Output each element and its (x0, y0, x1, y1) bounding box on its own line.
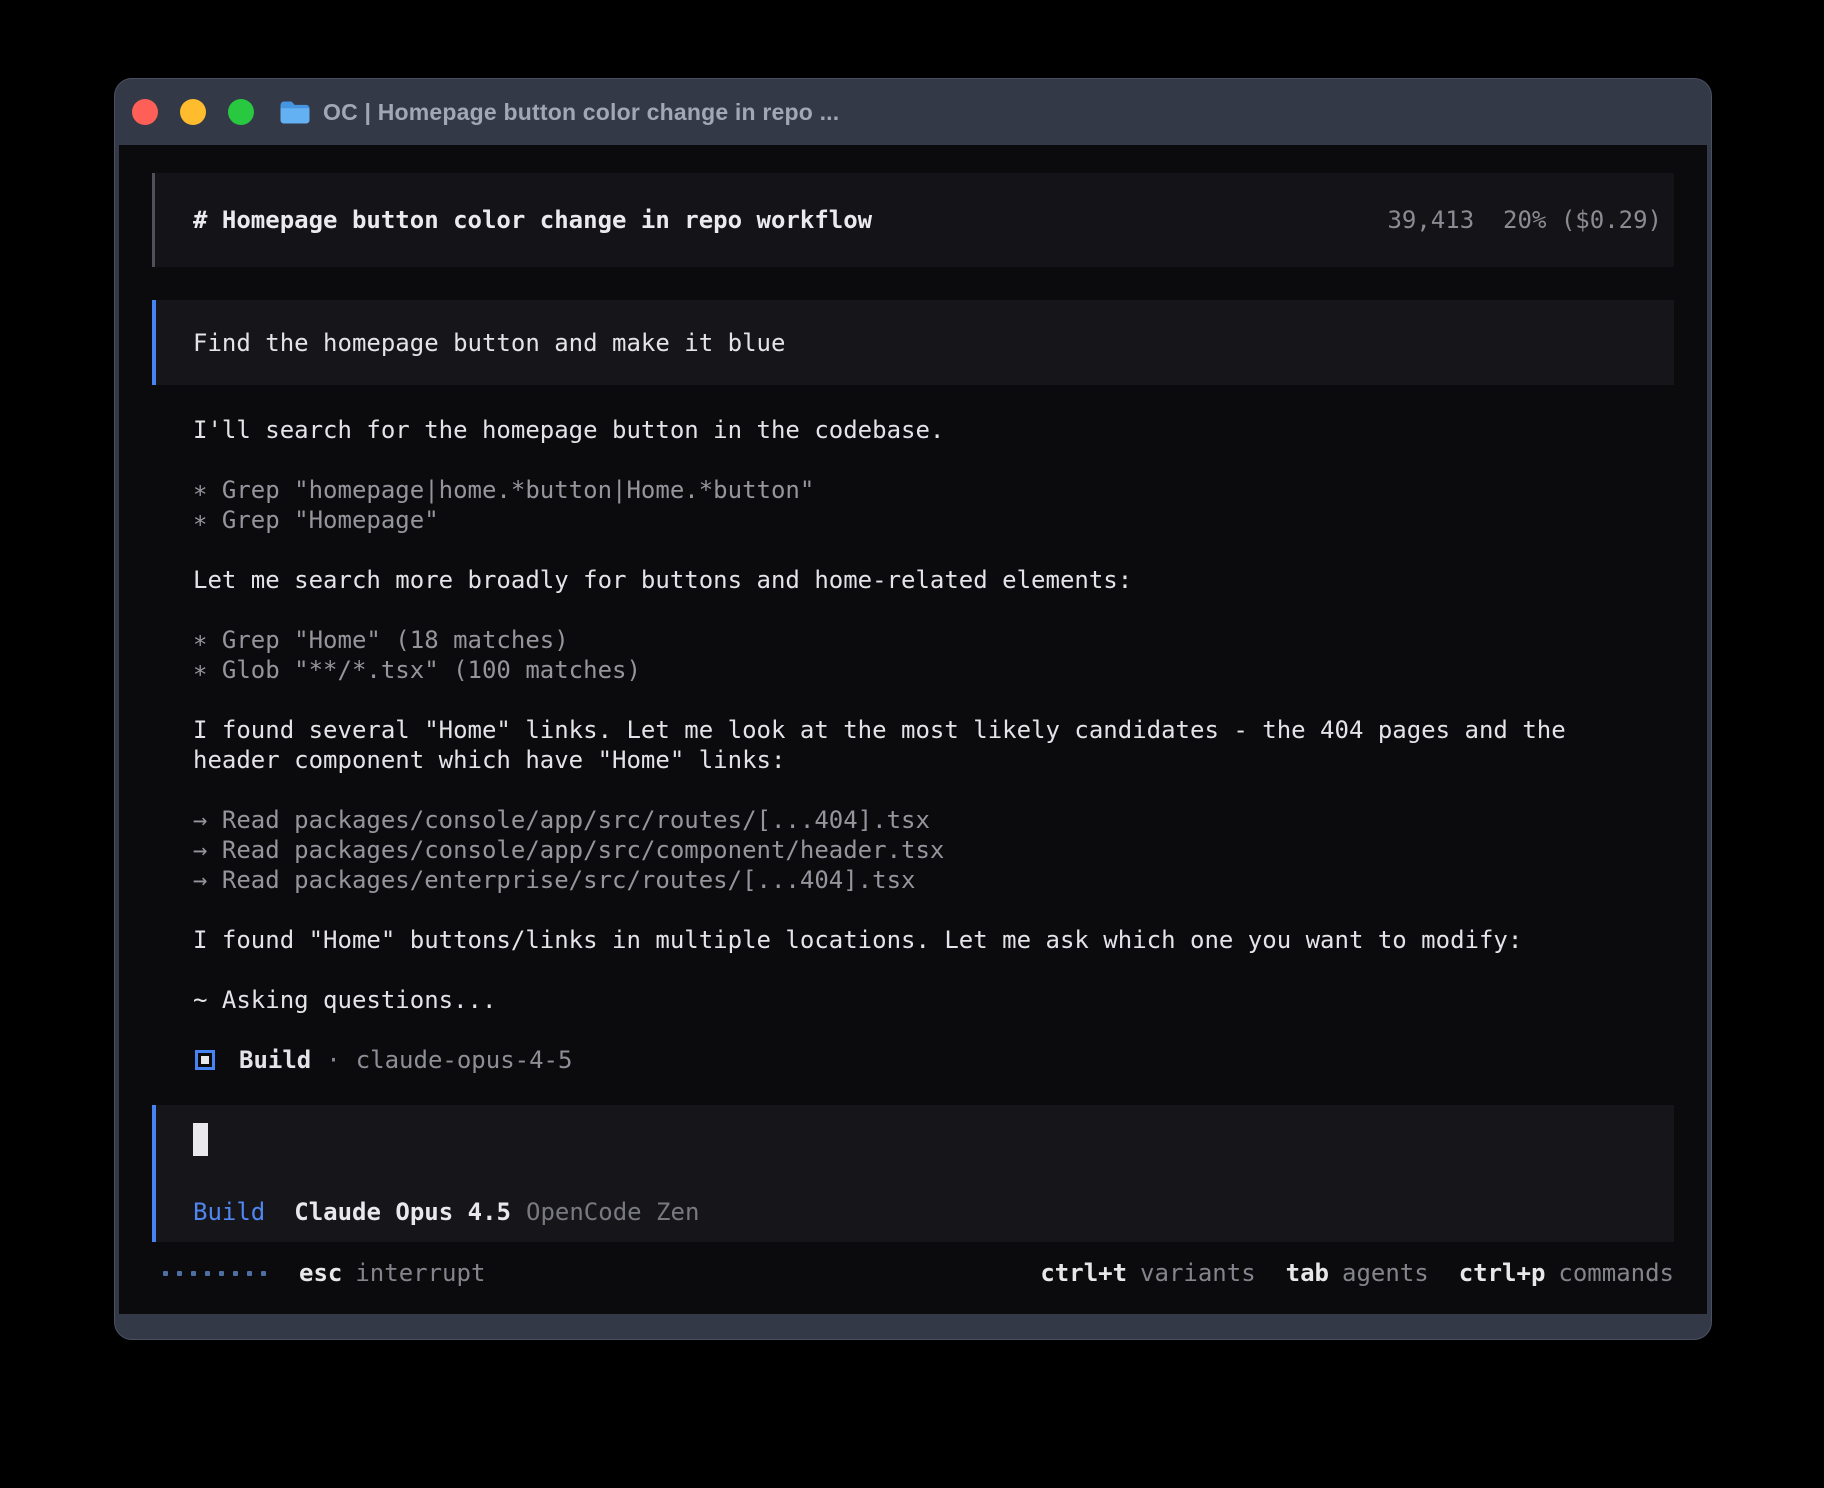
shortcut-commands-label: commands (1558, 1259, 1674, 1287)
transcript-block: I found "Home" buttons/links in multiple… (193, 925, 1674, 955)
esc-label: interrupt (355, 1259, 485, 1287)
session-token-stats: 39,413 20% ($0.29) (1387, 206, 1662, 234)
agent-model: claude-opus-4-5 (356, 1046, 573, 1074)
agent-build-icon (195, 1050, 215, 1070)
transcript-block: → Read packages/console/app/src/routes/[… (193, 805, 1674, 895)
spinner-dot (233, 1271, 238, 1276)
terminal-window: OC | Homepage button color change in rep… (114, 78, 1712, 1340)
title-bar[interactable]: OC | Homepage button color change in rep… (115, 79, 1711, 145)
transcript: I'll search for the homepage button in t… (193, 415, 1674, 1015)
spinner-dot (219, 1271, 224, 1276)
shortcut-agents-key: tab (1286, 1259, 1329, 1287)
terminal-content: # Homepage button color change in repo w… (119, 145, 1707, 1314)
tool-call-line: ∗ Glob "**/*.tsx" (100 matches) (193, 655, 1643, 685)
spinner-dots (163, 1271, 266, 1276)
window-controls (132, 99, 254, 125)
transcript-block: ~ Asking questions... (193, 985, 1674, 1015)
esc-key: esc (299, 1259, 342, 1287)
user-message: Find the homepage button and make it blu… (152, 300, 1674, 385)
shortcut-variants: ctrl+t variants (1040, 1259, 1255, 1287)
spinner-dot (191, 1271, 196, 1276)
prompt-input[interactable]: Build Claude Opus 4.5 OpenCode Zen (152, 1105, 1674, 1242)
tool-call-line: → Read packages/console/app/src/componen… (193, 835, 1643, 865)
agent-build-icon-core (201, 1056, 209, 1064)
shortcut-agents: tab agents (1286, 1259, 1429, 1287)
transcript-block: ∗ Grep "homepage|home.*button|Home.*butt… (193, 475, 1674, 535)
input-mode: Build (193, 1198, 265, 1226)
agent-name: Build (239, 1046, 311, 1074)
assistant-text-line: I'll search for the homepage button in t… (193, 415, 1643, 445)
transcript-block: Let me search more broadly for buttons a… (193, 565, 1674, 595)
transcript-block: I'll search for the homepage button in t… (193, 415, 1674, 445)
minimize-button[interactable] (180, 99, 206, 125)
assistant-text-line: Let me search more broadly for buttons a… (193, 565, 1643, 595)
close-button[interactable] (132, 99, 158, 125)
spinner-dot (205, 1271, 210, 1276)
spinner-dot (247, 1271, 252, 1276)
folder-icon (279, 99, 310, 125)
transcript-block: ∗ Grep "Home" (18 matches)∗ Glob "**/*.t… (193, 625, 1674, 685)
user-message-text: Find the homepage button and make it blu… (193, 329, 785, 357)
text-cursor (193, 1123, 208, 1156)
tool-call-line: ∗ Grep "Home" (18 matches) (193, 625, 1643, 655)
shortcut-variants-key: ctrl+t (1040, 1259, 1127, 1287)
esc-hint: esc interrupt (299, 1259, 485, 1287)
transcript-block: I found several "Home" links. Let me loo… (193, 715, 1674, 775)
input-model: Claude Opus 4.5 (294, 1198, 511, 1226)
assistant-text-line: ~ Asking questions... (193, 985, 1643, 1015)
window-title: OC | Homepage button color change in rep… (323, 99, 839, 126)
zoom-button[interactable] (228, 99, 254, 125)
status-bar-left: esc interrupt (163, 1259, 485, 1287)
assistant-text-line: I found "Home" buttons/links in multiple… (193, 925, 1643, 955)
agent-status-row: Build · claude-opus-4-5 (193, 1045, 1674, 1075)
session-title: # Homepage button color change in repo w… (193, 206, 872, 234)
session-header: # Homepage button color change in repo w… (152, 173, 1674, 267)
assistant-text-line: I found several "Home" links. Let me loo… (193, 715, 1643, 775)
tool-call-line: → Read packages/console/app/src/routes/[… (193, 805, 1643, 835)
shortcut-commands-key: ctrl+p (1459, 1259, 1546, 1287)
spinner-dot (177, 1271, 182, 1276)
shortcut-variants-label: variants (1140, 1259, 1256, 1287)
spinner-dot (261, 1271, 266, 1276)
tool-call-line: ∗ Grep "Homepage" (193, 505, 1643, 535)
tool-call-line: → Read packages/enterprise/src/routes/[.… (193, 865, 1643, 895)
shortcut-commands: ctrl+p commands (1459, 1259, 1674, 1287)
input-provider: OpenCode Zen (526, 1198, 699, 1226)
input-model-row: Build Claude Opus 4.5 OpenCode Zen (193, 1198, 1636, 1226)
status-bar-right: ctrl+t variants tab agents ctrl+p comman… (1040, 1259, 1674, 1287)
status-bar: esc interrupt ctrl+t variants tab agents… (152, 1258, 1674, 1288)
shortcut-agents-label: agents (1342, 1259, 1429, 1287)
tool-call-line: ∗ Grep "homepage|home.*button|Home.*butt… (193, 475, 1643, 505)
agent-separator: · (326, 1046, 340, 1074)
spinner-dot (163, 1271, 168, 1276)
